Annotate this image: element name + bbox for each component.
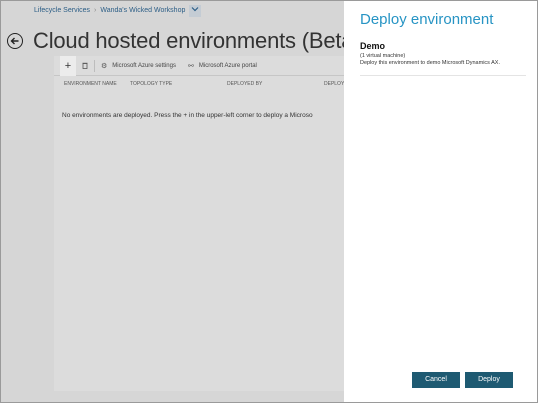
breadcrumb: Lifecycle Services › Wanda's Wicked Work…	[34, 4, 202, 17]
add-environment-button[interactable]: +	[60, 55, 76, 76]
environment-option-demo[interactable]: Demo (1 virtual machine) Deploy this env…	[360, 41, 526, 77]
breadcrumb-root-link[interactable]: Lifecycle Services	[34, 7, 90, 14]
toolbar: + ⚙ Microsoft Azure settings ⚯ Microsoft…	[54, 55, 354, 76]
flyout-title: Deploy environment	[360, 11, 494, 28]
breadcrumb-project-link[interactable]: Wanda's Wicked Workshop	[100, 7, 185, 14]
option-subtitle: (1 virtual machine)	[360, 53, 406, 59]
page-title: Cloud hosted environments (Beta)	[33, 28, 361, 53]
window: Lifecycle Services › Wanda's Wicked Work…	[0, 0, 538, 403]
empty-state-message: No environments are deployed. Press the …	[62, 112, 313, 119]
option-description: Deploy this environment to demo Microsof…	[360, 60, 501, 66]
column-environment-name[interactable]: ENVIRONMENT NAME	[64, 81, 117, 87]
azure-settings-label: Microsoft Azure settings	[112, 62, 176, 69]
breadcrumb-separator: ›	[94, 7, 97, 14]
deploy-environment-flyout: Deploy environment Demo (1 virtual machi…	[344, 1, 537, 402]
azure-settings-button[interactable]: ⚙ Microsoft Azure settings	[95, 56, 182, 76]
chevron-down-icon[interactable]	[189, 4, 202, 17]
cancel-button[interactable]: Cancel	[412, 372, 460, 388]
delete-icon[interactable]	[76, 56, 94, 76]
azure-portal-button[interactable]: ⚯ Microsoft Azure portal	[182, 56, 263, 76]
gear-icon: ⚙	[101, 62, 108, 70]
environments-panel: + ⚙ Microsoft Azure settings ⚯ Microsoft…	[54, 55, 354, 391]
back-arrow-icon[interactable]	[7, 33, 23, 49]
column-deploy[interactable]: DEPLOY	[324, 81, 344, 87]
azure-portal-label: Microsoft Azure portal	[198, 62, 257, 69]
option-name: Demo	[360, 41, 386, 51]
column-topology-type[interactable]: TOPOLOGY TYPE	[130, 81, 172, 87]
link-icon: ⚯	[187, 62, 194, 70]
column-deployed-by[interactable]: DEPLOYED BY	[227, 81, 262, 87]
deploy-button[interactable]: Deploy	[465, 372, 513, 388]
